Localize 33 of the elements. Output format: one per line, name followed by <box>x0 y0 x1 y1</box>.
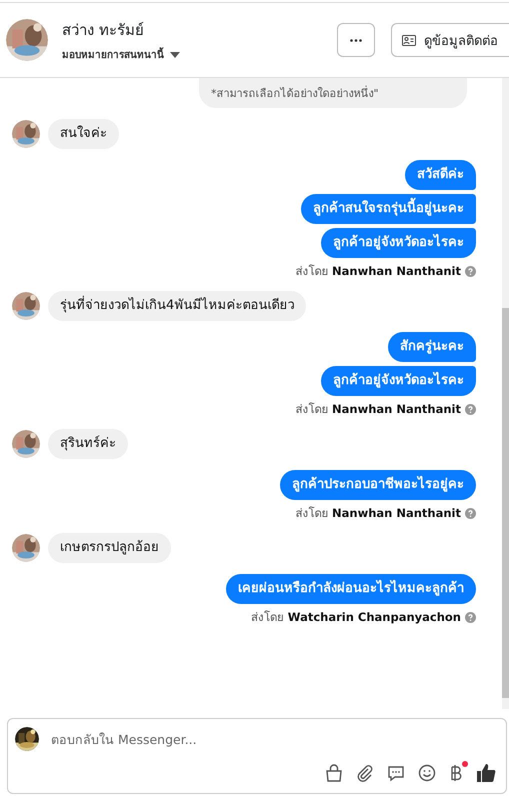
thumbs-up-icon[interactable] <box>476 763 496 783</box>
sent-by-label: ส่งโดย Nanwhan Nanthanit <box>295 401 461 418</box>
scrollbar-thumb[interactable] <box>502 308 509 698</box>
contact-card-icon <box>402 34 416 46</box>
message-bubble: ลูกค้าอยู่จังหวัดอะไรคะ <box>321 366 476 396</box>
message-bubble: เคยผ่อนหรือกำลังผ่อนอะไรไหมคะลูกค้า <box>226 574 476 604</box>
sent-by-label: ส่งโดย Nanwhan Nanthanit <box>295 263 461 280</box>
paperclip-icon[interactable] <box>356 764 374 782</box>
more-icon <box>350 38 362 42</box>
message-bubble: ลูกค้าอยู่จังหวัดอะไรคะ <box>321 228 476 258</box>
view-contact-button[interactable]: ดูข้อมูลติดต่อ <box>391 23 509 57</box>
message-bubble: สุรินทร์ค่ะ <box>48 429 128 459</box>
chat-bubble-icon[interactable] <box>387 764 405 782</box>
message-bubble: *สามารถเลือกได้อย่างใดอย่างหนึ่ง" <box>199 78 467 108</box>
baht-icon[interactable] <box>449 764 463 782</box>
caret-icon[interactable] <box>170 52 180 58</box>
message-bubble: สักครู่นะคะ <box>388 332 476 362</box>
help-icon[interactable] <box>465 404 476 414</box>
assign-conversation-link[interactable]: มอบหมายการสนทนานี้ <box>62 47 164 62</box>
help-icon[interactable] <box>465 266 476 276</box>
message-bubble: สนใจค่ะ <box>48 119 119 149</box>
message-bubble: รุ่นที่จ่ายงวดไม่เกิน4พันมีไหมค่ะตอนเดียว <box>48 291 306 321</box>
shopping-bag-icon[interactable] <box>325 764 343 782</box>
message-bubble: สวัสดีค่ะ <box>405 160 476 190</box>
message-bubble: เกษตรกรปลูกอ้อย <box>48 533 171 563</box>
help-icon[interactable] <box>465 612 476 622</box>
message-bubble: ลูกค้าสนใจรถรุ่นนี้อยู่นะคะ <box>301 194 476 224</box>
sent-by-label: ส่งโดย Watcharin Chanpanyachon <box>251 609 461 626</box>
smiley-icon[interactable] <box>418 764 436 782</box>
sent-by-label: ส่งโดย Nanwhan Nanthanit <box>295 505 461 522</box>
help-icon[interactable] <box>465 508 476 518</box>
contact-name: สว่าง ทะรัมย์ <box>62 20 145 41</box>
message-bubble: ลูกค้าประกอบอาชีพอะไรอยู่คะ <box>280 470 476 500</box>
